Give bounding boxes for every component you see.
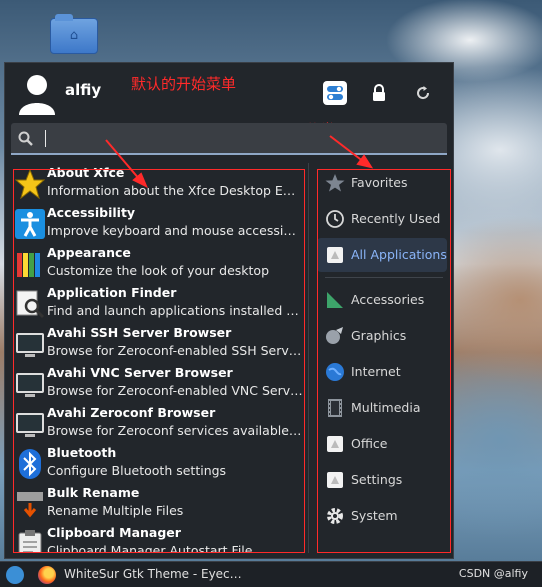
app-description: Browse for Zeroconf-enabled SSH Servers <box>47 343 303 358</box>
list-item[interactable]: Accessibility Improve keyboard and mouse… <box>11 203 308 243</box>
bluetooth-icon <box>15 449 45 479</box>
app-description: Customize the look of your desktop <box>47 263 270 278</box>
home-folder-icon[interactable]: ⌂ <box>50 14 98 54</box>
app-name: Bluetooth <box>47 445 117 460</box>
category-separator <box>325 277 443 278</box>
list-item[interactable]: Application Finder Find and launch appli… <box>11 283 308 323</box>
category-settings[interactable]: Settings <box>317 463 447 497</box>
list-item[interactable]: Avahi VNC Server Browser Browse for Zero… <box>11 363 308 403</box>
list-item[interactable]: Avahi SSH Server Browser Browse for Zero… <box>11 323 308 363</box>
category-label: Accessories <box>351 292 425 307</box>
category-label: All Applications <box>351 247 447 262</box>
app-launcher-icon[interactable] <box>6 566 24 584</box>
category-internet[interactable]: Internet <box>317 355 447 389</box>
clock-icon <box>326 210 344 228</box>
app-name: Avahi VNC Server Browser <box>47 365 233 380</box>
lock-icon <box>373 84 385 101</box>
category-label: Multimedia <box>351 400 421 415</box>
category-multimedia[interactable]: Multimedia <box>317 391 447 425</box>
office-icon <box>327 436 343 452</box>
bulk-rename-icon <box>15 489 45 519</box>
monitor-icon <box>15 409 45 439</box>
accessibility-icon <box>15 209 45 239</box>
list-item[interactable]: Bluetooth Configure Bluetooth settings <box>11 443 308 483</box>
app-name: Bulk Rename <box>47 485 140 500</box>
app-description: Clipboard Manager Autostart File <box>47 543 253 553</box>
watermark-credit: CSDN @alfiy <box>458 567 528 580</box>
monitor-icon <box>15 369 45 399</box>
app-name: Avahi SSH Server Browser <box>47 325 232 340</box>
taskbar: WhiteSur Gtk Theme - Eyec… CSDN @alfiy <box>0 561 542 587</box>
app-name: About Xfce <box>47 165 125 180</box>
category-recently-used[interactable]: Recently Used <box>317 202 447 236</box>
category-office[interactable]: Office <box>317 427 447 461</box>
accessories-icon <box>327 292 343 308</box>
graphics-icon <box>326 327 343 344</box>
app-name: Clipboard Manager <box>47 525 181 540</box>
search-input[interactable] <box>11 123 447 155</box>
category-graphics[interactable]: Graphics <box>317 319 447 353</box>
category-all-applications[interactable]: All Applications <box>317 238 447 272</box>
app-name: Accessibility <box>47 205 136 220</box>
gear-icon <box>327 508 343 524</box>
star-icon <box>325 174 345 192</box>
whisker-menu: alfiy 默认的开始菜单 程序 分类 <box>4 62 454 559</box>
firefox-icon[interactable] <box>38 566 56 584</box>
annotation-default-menu: 默认的开始菜单 <box>131 75 237 93</box>
toggle-settings-icon <box>327 86 343 100</box>
app-description: Rename Multiple Files <box>47 503 184 518</box>
all-apps-icon <box>327 247 343 263</box>
app-description: Browse for Zeroconf services available o… <box>47 423 303 438</box>
menu-header: alfiy 默认的开始菜单 <box>5 63 455 123</box>
text-cursor <box>45 130 46 147</box>
category-system[interactable]: System <box>317 499 447 533</box>
list-item[interactable]: Appearance Customize the look of your de… <box>11 243 308 283</box>
appearance-palette-icon <box>15 249 45 279</box>
app-name: Application Finder <box>47 285 177 300</box>
app-description: Browse for Zeroconf-enabled VNC Servers <box>47 383 303 398</box>
home-icon: ⌂ <box>69 28 79 43</box>
category-accessories[interactable]: Accessories <box>317 283 447 317</box>
refresh-logout-icon <box>417 86 430 100</box>
category-label: System <box>351 508 398 523</box>
category-favorites[interactable]: Favorites <box>317 166 447 200</box>
category-label: Internet <box>351 364 401 379</box>
search-icon <box>18 131 33 146</box>
app-description: Information about the Xfce Desktop Envir… <box>47 183 303 198</box>
taskbar-window-button[interactable]: WhiteSur Gtk Theme - Eyec… <box>64 567 242 581</box>
app-description: Find and launch applications installed o… <box>47 303 303 318</box>
xfce-star-icon <box>15 169 45 199</box>
category-label: Favorites <box>351 175 408 190</box>
settings-icon <box>327 472 343 488</box>
list-item[interactable]: Bulk Rename Rename Multiple Files <box>11 483 308 523</box>
category-label: Recently Used <box>351 211 441 226</box>
clipboard-icon <box>15 529 45 553</box>
logout-button[interactable] <box>411 81 435 105</box>
app-description: Configure Bluetooth settings <box>47 463 227 478</box>
film-icon <box>328 399 342 417</box>
application-list[interactable]: About Xfce Information about the Xfce De… <box>11 163 309 553</box>
list-item[interactable]: About Xfce Information about the Xfce De… <box>11 163 308 203</box>
username: alfiy <box>65 81 102 99</box>
monitor-icon <box>15 329 45 359</box>
category-label: Graphics <box>351 328 407 343</box>
globe-icon <box>326 363 344 381</box>
list-item[interactable]: Clipboard Manager Clipboard Manager Auto… <box>11 523 308 553</box>
category-label: Settings <box>351 472 403 487</box>
settings-manager-button[interactable] <box>323 81 347 105</box>
category-label: Office <box>351 436 388 451</box>
list-item[interactable]: Avahi Zeroconf Browser Browse for Zeroco… <box>11 403 308 443</box>
lock-screen-button[interactable] <box>367 81 391 105</box>
app-finder-icon <box>15 289 45 319</box>
user-avatar-icon <box>19 75 55 115</box>
app-description: Improve keyboard and mouse accessibility <box>47 223 303 238</box>
app-name: Avahi Zeroconf Browser <box>47 405 216 420</box>
app-name: Appearance <box>47 245 131 260</box>
